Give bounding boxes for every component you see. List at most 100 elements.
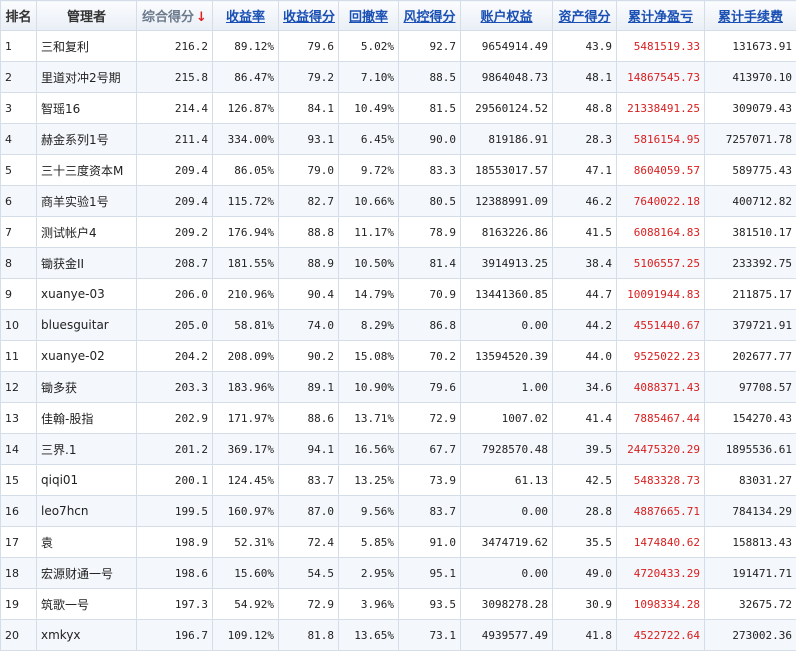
table-row[interactable]: 20 xmkyx 196.7 109.12% 81.8 13.65% 73.1 4939577… (0, 619, 796, 651)
cell-cum-pnl: 5483328.73 (616, 464, 705, 496)
cell-risk-score: 73.9 (398, 464, 461, 496)
cell-rank: 20 (0, 619, 37, 651)
cell-cum-pnl: 21338491.25 (616, 92, 705, 124)
table-row[interactable]: 6 商羊实验1号 209.4 115.72% 82.7 10.66% 80.5 1238899… (0, 185, 796, 217)
cell-cum-pnl: 5481519.33 (616, 30, 705, 62)
cell-manager: 宏源财通一号 (36, 557, 137, 589)
cell-return-rate: 124.45% (212, 464, 279, 496)
cell-rank: 6 (0, 185, 37, 217)
cell-equity: 3474719.62 (460, 526, 553, 558)
cell-rank: 13 (0, 402, 37, 434)
cell-return-rate: 176.94% (212, 216, 279, 248)
cell-cum-pnl: 6088164.83 (616, 216, 705, 248)
cell-cum-pnl: 5816154.95 (616, 123, 705, 155)
header-return-rate[interactable]: 收益率 (212, 0, 279, 31)
table-row[interactable]: 14 三界.1 201.2 369.17% 94.1 16.56% 67.7 7928570.… (0, 433, 796, 465)
table-row[interactable]: 19 筑歌一号 197.3 54.92% 72.9 3.96% 93.5 3098278.28… (0, 588, 796, 620)
cell-return-score: 90.4 (278, 278, 339, 310)
cell-rank: 15 (0, 464, 37, 496)
table-row[interactable]: 1 三和复利 216.2 89.12% 79.6 5.02% 92.7 9654914.49 4… (0, 30, 796, 62)
cell-asset-score: 41.8 (552, 619, 617, 651)
cell-asset-score: 41.4 (552, 402, 617, 434)
cell-return-rate: 334.00% (212, 123, 279, 155)
cell-risk-score: 73.1 (398, 619, 461, 651)
cell-manager: 袁 (36, 526, 137, 558)
cell-cum-fee: 131673.91 (704, 30, 796, 62)
header-cum-pnl[interactable]: 累计净盈亏 (616, 0, 705, 31)
header-cum-fee[interactable]: 累计手续费 (704, 0, 796, 31)
sort-desc-icon: ↓ (196, 10, 207, 25)
cell-return-score: 88.6 (278, 402, 339, 434)
cell-manager: 三十三度资本M (36, 154, 137, 186)
cell-rank: 17 (0, 526, 37, 558)
cell-cum-fee: 158813.43 (704, 526, 796, 558)
cell-rank: 9 (0, 278, 37, 310)
cell-manager: xuanye-02 (36, 340, 137, 372)
cell-return-score: 89.1 (278, 371, 339, 403)
cell-cum-pnl: 1098334.28 (616, 588, 705, 620)
table-row[interactable]: 17 袁 198.9 52.31% 72.4 5.85% 91.0 3474719.62 35.… (0, 526, 796, 558)
cell-rank: 4 (0, 123, 37, 155)
cell-drawdown: 3.96% (338, 588, 399, 620)
cell-total-score: 215.8 (136, 61, 213, 93)
cell-cum-fee: 7257071.78 (704, 123, 796, 155)
cell-drawdown: 13.71% (338, 402, 399, 434)
cell-cum-pnl: 4088371.43 (616, 371, 705, 403)
cell-return-rate: 109.12% (212, 619, 279, 651)
cell-cum-pnl: 14867545.73 (616, 61, 705, 93)
table-row[interactable]: 16 leo7hcn 199.5 160.97% 87.0 9.56% 83.7 0.00 28… (0, 495, 796, 527)
cell-drawdown: 11.17% (338, 216, 399, 248)
cell-equity: 0.00 (460, 309, 553, 341)
table-row[interactable]: 3 智瑶16 214.4 126.87% 84.1 10.49% 81.5 29560124.… (0, 92, 796, 124)
cell-drawdown: 10.50% (338, 247, 399, 279)
table-row[interactable]: 5 三十三度资本M 209.4 86.05% 79.0 9.72% 83.3 18553017… (0, 154, 796, 186)
cell-rank: 19 (0, 588, 37, 620)
cell-return-rate: 160.97% (212, 495, 279, 527)
cell-return-score: 79.6 (278, 30, 339, 62)
cell-risk-score: 81.5 (398, 92, 461, 124)
header-equity[interactable]: 账户权益 (460, 0, 553, 31)
cell-asset-score: 34.6 (552, 371, 617, 403)
table-row[interactable]: 11 xuanye-02 204.2 208.09% 90.2 15.08% 70.2 135… (0, 340, 796, 372)
header-return-score[interactable]: 收益得分 (278, 0, 339, 31)
cell-cum-fee: 202677.77 (704, 340, 796, 372)
cell-cum-pnl: 1474840.62 (616, 526, 705, 558)
header-drawdown[interactable]: 回撤率 (338, 0, 399, 31)
table-row[interactable]: 8 锄获金II 208.7 181.55% 88.9 10.50% 81.4 3914913.… (0, 247, 796, 279)
table-row[interactable]: 10 bluesguitar 205.0 58.81% 74.0 8.29% 86.8 0.0… (0, 309, 796, 341)
cell-equity: 0.00 (460, 495, 553, 527)
cell-return-rate: 86.05% (212, 154, 279, 186)
cell-drawdown: 9.56% (338, 495, 399, 527)
cell-return-score: 94.1 (278, 433, 339, 465)
table-row[interactable]: 18 宏源财通一号 198.6 15.60% 54.5 2.95% 95.1 0.00 49.0… (0, 557, 796, 589)
table-row[interactable]: 9 xuanye-03 206.0 210.96% 90.4 14.79% 70.9 1344… (0, 278, 796, 310)
cell-equity: 819186.91 (460, 123, 553, 155)
cell-asset-score: 48.8 (552, 92, 617, 124)
cell-cum-pnl: 5106557.25 (616, 247, 705, 279)
table-row[interactable]: 2 里道对冲2号期 215.8 86.47% 79.2 7.10% 88.5 9864048.… (0, 61, 796, 93)
cell-return-score: 81.8 (278, 619, 339, 651)
table-row[interactable]: 7 测试帐户4 209.2 176.94% 88.8 11.17% 78.9 8163226.… (0, 216, 796, 248)
header-risk-score[interactable]: 风控得分 (398, 0, 461, 31)
header-manager: 管理者 (36, 0, 137, 31)
cell-cum-pnl: 24475320.29 (616, 433, 705, 465)
cell-rank: 12 (0, 371, 37, 403)
table-row[interactable]: 4 赫金系列1号 211.4 334.00% 93.1 6.45% 90.0 819186.9… (0, 123, 796, 155)
cell-total-score: 200.1 (136, 464, 213, 496)
header-row: 排名 管理者 综合得分 ↓ 收益率 收益得分 回撤率 风控得分 账户权益 资产得分… (0, 0, 796, 31)
header-asset-score[interactable]: 资产得分 (552, 0, 617, 31)
cell-cum-fee: 154270.43 (704, 402, 796, 434)
cell-return-score: 79.2 (278, 61, 339, 93)
cell-cum-pnl: 7885467.44 (616, 402, 705, 434)
table-row[interactable]: 12 锄多获 203.3 183.96% 89.1 10.90% 79.6 1.00 34.6 4… (0, 371, 796, 403)
cell-asset-score: 38.4 (552, 247, 617, 279)
cell-equity: 1.00 (460, 371, 553, 403)
table-row[interactable]: 13 佳翰-股指 202.9 171.97% 88.6 13.71% 72.9 1007.02… (0, 402, 796, 434)
cell-manager: xmkyx (36, 619, 137, 651)
table-row[interactable]: 15 qiqi01 200.1 124.45% 83.7 13.25% 73.9 61.13 4… (0, 464, 796, 496)
cell-rank: 11 (0, 340, 37, 372)
cell-drawdown: 5.85% (338, 526, 399, 558)
cell-manager: 里道对冲2号期 (36, 61, 137, 93)
header-total-score[interactable]: 综合得分 ↓ (136, 0, 213, 31)
cell-asset-score: 39.5 (552, 433, 617, 465)
